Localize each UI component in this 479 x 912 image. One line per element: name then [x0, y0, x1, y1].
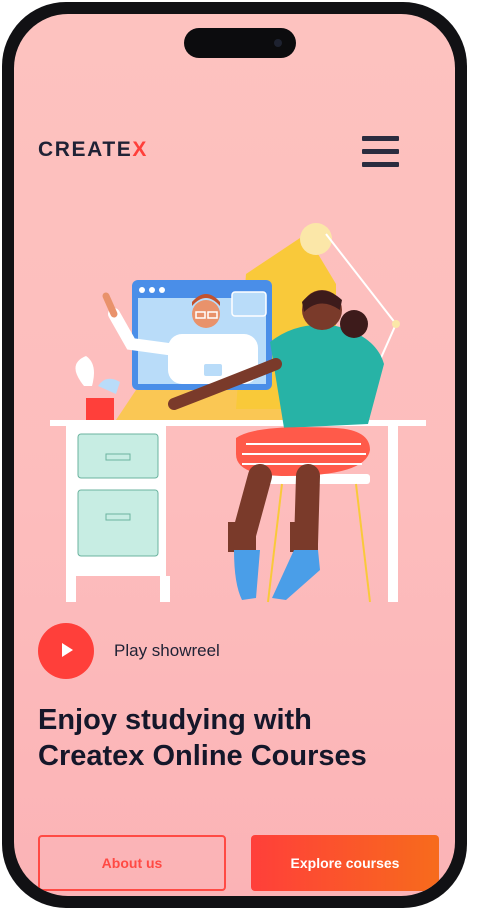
headline-line-1: Enjoy studying with — [38, 704, 312, 736]
student-shirt — [270, 324, 384, 428]
play-showreel-button[interactable] — [38, 623, 94, 679]
lamp-head — [300, 223, 332, 255]
camera-icon — [274, 39, 282, 47]
desk-top — [50, 420, 426, 426]
play-icon — [62, 643, 73, 657]
headline-line-2: Createx Online Courses — [38, 740, 367, 772]
student-shoes — [234, 550, 260, 600]
logo-x-mark: X — [132, 138, 148, 161]
play-showreel-label[interactable]: Play showreel — [114, 641, 220, 661]
dynamic-island — [184, 28, 296, 58]
hamburger-menu-icon[interactable] — [362, 136, 399, 168]
logo[interactable]: CREATEX — [38, 138, 148, 162]
hero-headline: Enjoy studying with Createx Online Cours… — [38, 702, 438, 774]
about-us-button[interactable]: About us — [38, 835, 226, 891]
hero-illustration — [50, 223, 426, 603]
screen: CREATEX Play showreel Enjoy studying wit… — [14, 14, 455, 896]
plant-pot — [86, 398, 114, 420]
explore-courses-button[interactable]: Explore courses — [251, 835, 439, 891]
logo-text: CREATE — [38, 138, 133, 161]
phone-frame: CREATEX Play showreel Enjoy studying wit… — [2, 2, 467, 908]
